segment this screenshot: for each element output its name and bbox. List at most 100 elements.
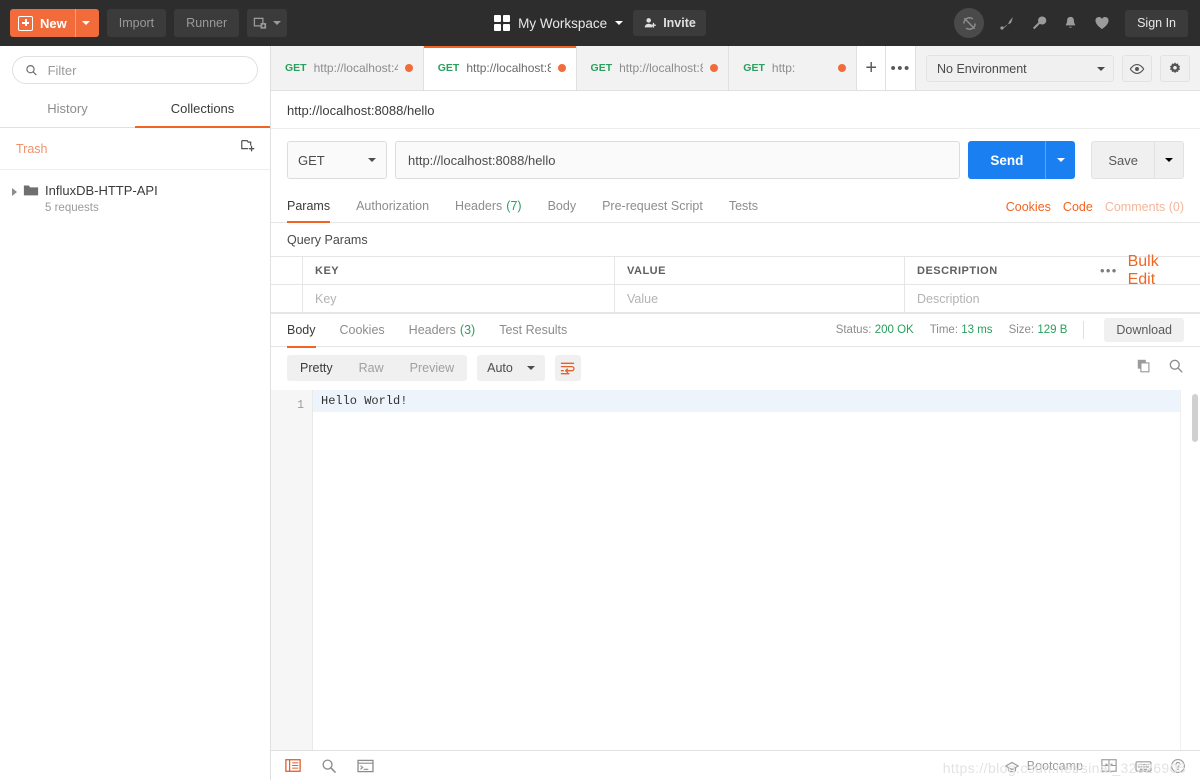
request-tab-1[interactable]: GET http://localhost:4242 — [271, 46, 424, 90]
keyboard-shortcuts-icon[interactable] — [1135, 759, 1152, 773]
time-value: 13 ms — [961, 324, 993, 336]
collection-item[interactable]: InfluxDB-HTTP-API 5 requests — [0, 170, 270, 228]
bulk-edit-button[interactable]: Bulk Edit — [1128, 253, 1186, 289]
console-icon[interactable] — [357, 759, 374, 773]
value-input[interactable]: Value — [615, 284, 905, 313]
code-link[interactable]: Code — [1063, 200, 1093, 214]
view-mode-preview[interactable]: Preview — [397, 355, 467, 381]
send-button[interactable]: Send — [968, 141, 1046, 179]
collection-name: InfluxDB-HTTP-API — [45, 183, 158, 198]
time-badge: Time: 13 ms — [930, 324, 993, 336]
new-tab-button[interactable]: + — [857, 46, 887, 90]
sidebar-tab-history[interactable]: History — [0, 92, 135, 128]
sync-disabled-icon[interactable] — [954, 8, 985, 38]
response-tab-cookies[interactable]: Cookies — [340, 314, 385, 348]
wrench-icon[interactable] — [1030, 14, 1048, 32]
header-description: DESCRIPTION — [917, 264, 998, 277]
viewer-right-actions — [1136, 358, 1184, 379]
chevron-down-icon — [1097, 66, 1105, 71]
tab-body[interactable]: Body — [548, 191, 577, 223]
view-mode-pretty[interactable]: Pretty — [287, 355, 346, 381]
chevron-down-icon — [368, 158, 376, 162]
response-tab-test-results[interactable]: Test Results — [499, 314, 567, 348]
unsaved-dot-icon — [710, 64, 719, 72]
query-params-table: KEY VALUE DESCRIPTION ••• Bulk Edit Key … — [271, 253, 1200, 313]
collection-text: InfluxDB-HTTP-API 5 requests — [45, 182, 158, 216]
line-number-gutter: 1 — [271, 390, 313, 750]
description-input[interactable]: Description — [905, 285, 1100, 313]
import-button[interactable]: Import — [106, 9, 167, 37]
view-mode-raw[interactable]: Raw — [346, 355, 397, 381]
new-button-dropdown[interactable] — [74, 9, 97, 37]
sidebar-tab-collections[interactable]: Collections — [135, 92, 270, 128]
heart-icon[interactable] — [1093, 14, 1111, 32]
key-input[interactable]: Key — [303, 284, 615, 313]
bell-icon[interactable] — [1062, 15, 1079, 32]
query-params-more-button[interactable]: ••• — [1100, 263, 1118, 278]
send-options-button[interactable] — [1045, 141, 1076, 179]
response-tab-headers-label: Headers — [408, 322, 456, 337]
query-params-row[interactable]: Key Value Description — [271, 284, 1200, 313]
download-button[interactable]: Download — [1104, 318, 1184, 342]
tab-options-button[interactable]: ••• — [886, 46, 916, 90]
save-options-button[interactable] — [1154, 141, 1184, 179]
new-button[interactable]: New — [10, 9, 99, 37]
environment-quick-look-button[interactable] — [1122, 55, 1152, 82]
environment-area: No Environment — [916, 55, 1200, 90]
word-wrap-button[interactable] — [554, 355, 581, 381]
bootcamp-button[interactable]: Bootcamp — [1004, 759, 1083, 773]
comments-link[interactable]: Comments (0) — [1105, 200, 1184, 214]
request-links: Cookies Code Comments (0) — [1006, 200, 1184, 214]
response-body-content[interactable]: Hello World! — [313, 390, 1180, 750]
grid-icon — [494, 15, 511, 31]
invite-button[interactable]: Invite — [633, 10, 706, 36]
request-tab-4[interactable]: GET http: — [729, 46, 858, 90]
copy-button[interactable] — [1136, 358, 1152, 379]
trash-link[interactable]: Trash — [16, 142, 48, 156]
tab-method: GET — [285, 62, 307, 74]
cookies-link[interactable]: Cookies — [1006, 200, 1051, 214]
save-button[interactable]: Save — [1091, 141, 1154, 179]
tab-headers[interactable]: Headers (7) — [455, 191, 522, 223]
folder-icon — [23, 183, 39, 202]
response-body-viewer[interactable]: 1 Hello World! — [271, 389, 1200, 750]
search-response-button[interactable] — [1168, 358, 1184, 379]
settings-button[interactable] — [1160, 55, 1190, 82]
new-collection-button[interactable] — [240, 138, 256, 159]
tab-params[interactable]: Params — [287, 191, 331, 223]
request-tab-2[interactable]: GET http://localhost:8088 — [423, 46, 577, 90]
response-scrollbar[interactable] — [1192, 394, 1198, 442]
tab-url: http://localhost:8088 — [466, 61, 551, 75]
help-icon[interactable] — [1170, 758, 1186, 774]
open-new-window-button[interactable] — [247, 9, 288, 37]
bootcamp-label: Bootcamp — [1026, 758, 1083, 773]
method-selector[interactable]: GET — [287, 141, 387, 179]
sign-in-button[interactable]: Sign In — [1125, 9, 1188, 37]
workspace-selector[interactable]: My Workspace — [494, 15, 624, 31]
tab-authorization[interactable]: Authorization — [356, 191, 429, 223]
tab-tests[interactable]: Tests — [729, 191, 758, 223]
response-viewer-toolbar: Pretty Raw Preview Auto — [271, 347, 1200, 389]
environment-selector[interactable]: No Environment — [926, 55, 1114, 82]
satellite-icon[interactable] — [998, 14, 1016, 32]
sidebar-toggle-icon[interactable] — [285, 758, 301, 773]
row-checkbox-cell[interactable] — [271, 284, 303, 313]
size-value: 129 B — [1037, 324, 1068, 336]
format-label: Auto — [487, 361, 513, 375]
filter-input[interactable] — [47, 62, 245, 78]
format-selector[interactable]: Auto — [477, 355, 545, 381]
layout-icon[interactable] — [1101, 758, 1117, 773]
tab-headers-count: (7) — [506, 199, 522, 213]
find-icon[interactable] — [321, 758, 337, 774]
response-tab-headers[interactable]: Headers (3) — [409, 314, 476, 348]
tab-pre-request-script[interactable]: Pre-request Script — [602, 191, 703, 223]
request-tab-3[interactable]: GET http://localhost:8088 — [576, 46, 730, 90]
url-input[interactable]: http://localhost:8088/hello — [395, 141, 961, 179]
status-value: 200 OK — [874, 324, 914, 336]
chevron-right-icon[interactable] — [12, 188, 17, 196]
filter-box[interactable] — [12, 56, 258, 84]
row-actions — [1100, 285, 1200, 313]
time-label: Time: — [929, 324, 959, 336]
response-tab-body[interactable]: Body — [287, 314, 316, 348]
runner-button[interactable]: Runner — [174, 9, 240, 37]
